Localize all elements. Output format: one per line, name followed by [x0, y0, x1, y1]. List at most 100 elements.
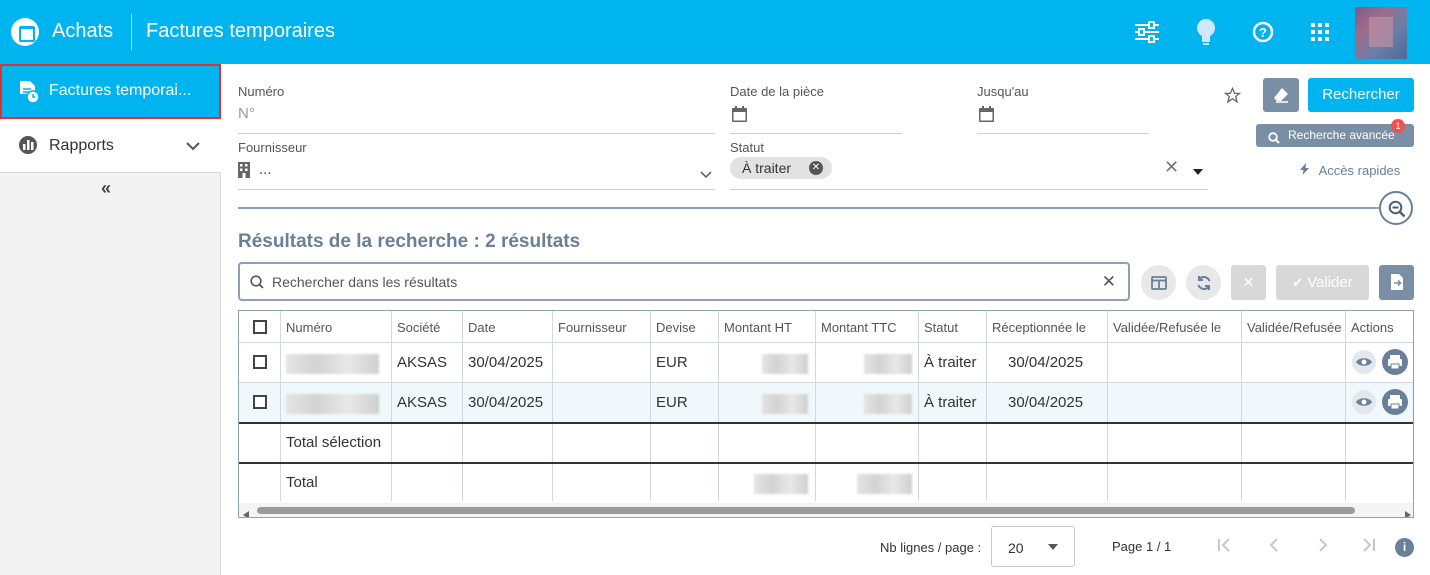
- row-checkbox[interactable]: [253, 395, 267, 409]
- apps-grid-icon[interactable]: [1306, 18, 1334, 46]
- cell-societe: AKSAS: [397, 394, 448, 411]
- app-logo-icon[interactable]: [11, 18, 39, 46]
- row-checkbox[interactable]: [253, 355, 267, 369]
- cell-receptionnee: 30/04/2025: [1008, 394, 1084, 411]
- total-selection-label: Total sélection: [286, 434, 382, 451]
- star-icon[interactable]: [1223, 86, 1242, 109]
- quick-access-label: Accès rapides: [1318, 163, 1401, 178]
- search-icon: [1268, 129, 1280, 152]
- search-button[interactable]: Rechercher: [1308, 78, 1414, 112]
- column-header-fournisseur[interactable]: Fournisseur: [558, 320, 627, 335]
- page-info: Page 1 / 1: [1112, 539, 1172, 554]
- view-icon[interactable]: [1352, 350, 1376, 374]
- refresh-button[interactable]: [1186, 265, 1221, 300]
- select-all-checkbox[interactable]: [253, 320, 267, 334]
- scrollbar-thumb[interactable]: [257, 507, 1355, 514]
- redacted-montant-ht: [762, 394, 808, 414]
- print-icon[interactable]: [1382, 389, 1408, 415]
- column-header-numero[interactable]: Numéro: [286, 320, 332, 335]
- rows-per-page-label: Nb lignes / page :: [880, 540, 982, 555]
- scroll-right-icon[interactable]: [1405, 506, 1411, 517]
- help-icon[interactable]: ?: [1249, 18, 1277, 46]
- column-header-validee-par[interactable]: Validée/Refusée p: [1247, 320, 1343, 335]
- app-title[interactable]: Achats: [52, 20, 113, 43]
- user-avatar[interactable]: [1355, 7, 1407, 59]
- scroll-left-icon[interactable]: [243, 506, 249, 517]
- column-header-receptionnee[interactable]: Réceptionnée le: [992, 320, 1086, 335]
- cell-statut: À traiter: [924, 394, 977, 411]
- collapse-sidebar-icon[interactable]: «: [101, 178, 111, 199]
- cancel-selection-button[interactable]: ✕: [1231, 265, 1266, 300]
- double-check-icon: ✔: [1292, 275, 1304, 290]
- statut-label: Statut: [730, 140, 764, 155]
- clear-search-icon[interactable]: ✕: [1102, 272, 1116, 292]
- validate-button[interactable]: ✔ Valider: [1276, 265, 1369, 300]
- column-divider: [986, 311, 987, 501]
- column-divider: [1107, 311, 1108, 501]
- results-search-input[interactable]: Rechercher dans les résultats ✕: [238, 262, 1130, 301]
- calendar-icon[interactable]: [979, 106, 994, 127]
- fournisseur-input[interactable]: ...: [259, 161, 272, 178]
- next-page-icon[interactable]: [1318, 537, 1328, 557]
- page-title: Factures temporaires: [146, 20, 335, 42]
- column-divider: [650, 311, 651, 501]
- info-icon[interactable]: i: [1395, 538, 1414, 557]
- clear-statut-icon[interactable]: ✕: [1164, 157, 1179, 178]
- advanced-search-badge: 1: [1391, 119, 1405, 133]
- print-icon[interactable]: [1382, 349, 1408, 375]
- column-header-montant-ht[interactable]: Montant HT: [724, 320, 792, 335]
- export-button[interactable]: [1379, 265, 1414, 300]
- calendar-icon[interactable]: [732, 106, 747, 127]
- statut-chip[interactable]: À traiter ✕: [730, 157, 832, 179]
- previous-page-icon[interactable]: [1269, 537, 1279, 557]
- column-header-devise[interactable]: Devise: [656, 320, 696, 335]
- settings-sliders-icon[interactable]: [1133, 18, 1161, 46]
- columns-button[interactable]: [1141, 265, 1176, 300]
- advanced-search-label: Recherche avancée: [1288, 128, 1395, 142]
- statut-dropdown-icon[interactable]: [1193, 163, 1203, 181]
- column-header-validee-le[interactable]: Validée/Refusée le: [1113, 320, 1221, 335]
- sidebar-item-factures-temporaires[interactable]: Factures temporai...: [0, 64, 221, 119]
- header-divider: [131, 14, 132, 50]
- date-piece-label: Date de la pièce: [730, 84, 824, 99]
- column-header-societe[interactable]: Société: [397, 320, 440, 335]
- collapse-form-button[interactable]: [1379, 191, 1413, 225]
- horizontal-scrollbar[interactable]: [239, 503, 1413, 517]
- chip-remove-icon[interactable]: ✕: [809, 161, 823, 175]
- numero-input[interactable]: N°: [238, 105, 255, 122]
- sidebar-item-rapports[interactable]: Rapports: [0, 120, 221, 173]
- column-divider: [552, 311, 553, 501]
- bolt-icon: [1300, 163, 1313, 178]
- column-divider: [1241, 311, 1242, 501]
- column-header-montant-ttc[interactable]: Montant TTC: [821, 320, 897, 335]
- column-header-date[interactable]: Date: [468, 320, 495, 335]
- jusqu-au-label: Jusqu'au: [977, 84, 1029, 99]
- column-header-statut[interactable]: Statut: [924, 320, 958, 335]
- validate-label: Valider: [1307, 274, 1353, 291]
- total-label: Total: [286, 474, 318, 491]
- svg-text:?: ?: [1259, 25, 1267, 40]
- column-divider: [1345, 311, 1346, 501]
- fournisseur-dropdown-icon[interactable]: [700, 166, 712, 184]
- statut-chip-label: À traiter: [742, 160, 792, 176]
- last-page-icon[interactable]: [1362, 537, 1376, 557]
- quick-access-link[interactable]: Accès rapides: [1300, 163, 1400, 178]
- chevron-down-icon: [1048, 544, 1058, 550]
- cell-devise: EUR: [656, 394, 688, 411]
- view-icon[interactable]: [1352, 390, 1376, 414]
- jusqu-au-input[interactable]: [977, 133, 1149, 134]
- column-header-actions: Actions: [1351, 320, 1394, 335]
- column-divider: [815, 311, 816, 501]
- date-piece-input[interactable]: [730, 133, 902, 134]
- chevron-down-icon[interactable]: [186, 138, 200, 156]
- rows-per-page-select[interactable]: 20: [991, 526, 1075, 567]
- zoom-out-icon: [1388, 200, 1406, 223]
- first-page-icon[interactable]: [1217, 537, 1231, 557]
- fournisseur-label: Fournisseur: [238, 140, 307, 155]
- results-title: Résultats de la recherche : 2 résultats: [238, 231, 581, 252]
- lightbulb-icon[interactable]: [1192, 18, 1220, 46]
- sidebar-item-label: Factures temporai...: [49, 82, 192, 99]
- clear-form-button[interactable]: [1263, 78, 1299, 112]
- redacted-numero: [286, 354, 379, 374]
- cell-societe: AKSAS: [397, 354, 448, 371]
